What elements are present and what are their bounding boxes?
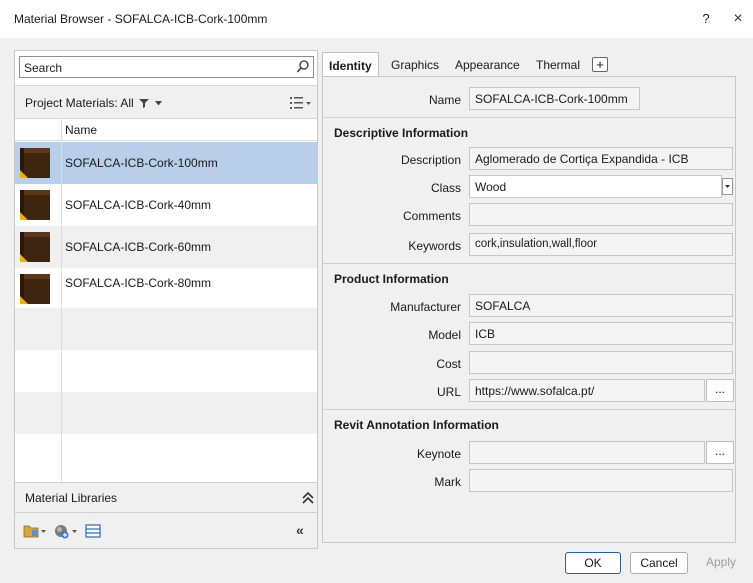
material-name: SOFALCA-ICB-Cork-100mm	[65, 156, 218, 170]
model-field[interactable]: ICB	[469, 322, 733, 345]
section-heading: Revit Annotation Information	[334, 418, 499, 432]
cancel-button[interactable]: Cancel	[630, 552, 688, 574]
apply-button[interactable]: Apply	[697, 552, 745, 574]
tab-thermal[interactable]: Thermal	[530, 52, 586, 76]
model-label: Model	[428, 328, 461, 342]
class-select[interactable]: Wood	[469, 175, 722, 198]
folder-icon	[23, 525, 46, 538]
keywords-field[interactable]: cork,insulation,wall,floor	[469, 233, 733, 256]
search-icon[interactable]	[296, 59, 310, 75]
filter-icon	[139, 99, 150, 108]
project-filter-dropdown[interactable]: Project Materials: All	[25, 96, 163, 110]
material-libraries-bar[interactable]: Material Libraries	[15, 482, 317, 512]
material-thumbnail	[18, 188, 52, 222]
window-title: Material Browser - SOFALCA-ICB-Cork-100m…	[14, 12, 268, 26]
material-libraries-label: Material Libraries	[25, 491, 118, 505]
project-filter-label: Project Materials: All	[25, 96, 134, 110]
material-table: Name SOFALCA-ICB-Cork-100mm SOFALCA-ICB-…	[15, 119, 317, 487]
chevron-down-icon	[725, 185, 730, 188]
description-label: Description	[400, 153, 461, 167]
cost-label: Cost	[436, 357, 461, 371]
keywords-label: Keywords	[408, 239, 461, 253]
section-heading: Descriptive Information	[334, 126, 469, 140]
collapse-library-button[interactable]: «	[296, 522, 304, 538]
column-header-name[interactable]: Name	[65, 123, 97, 137]
material-thumbnail	[18, 146, 52, 180]
url-browse-button[interactable]: ...	[706, 379, 734, 402]
material-thumbnail	[18, 272, 52, 306]
search-placeholder: Search	[24, 61, 63, 75]
name-label: Name	[428, 93, 461, 107]
column-divider	[61, 119, 62, 487]
add-material-icon	[55, 525, 77, 539]
url-field[interactable]: https://www.sofalca.pt/	[469, 379, 705, 402]
name-field[interactable]: SOFALCA-ICB-Cork-100mm	[469, 87, 640, 110]
list-view-icon	[290, 97, 311, 109]
project-materials-bar: Project Materials: All	[15, 85, 317, 119]
material-name: SOFALCA-ICB-Cork-80mm	[65, 276, 212, 290]
panel-icon	[85, 524, 101, 538]
mark-label: Mark	[434, 475, 461, 489]
chevron-up-double-icon[interactable]	[302, 491, 314, 505]
material-name: SOFALCA-ICB-Cork-40mm	[65, 198, 212, 212]
comments-label: Comments	[402, 209, 461, 223]
section-heading: Product Information	[334, 272, 449, 286]
description-field[interactable]: Aglomerado de Cortiça Expandida - ICB	[469, 147, 733, 170]
url-label: URL	[436, 385, 461, 399]
create-material-button[interactable]	[53, 523, 79, 539]
class-label: Class	[430, 181, 461, 195]
material-list-panel: Search Project Materials: All Name SOFAL…	[14, 50, 318, 549]
keynote-browse-button[interactable]: ...	[706, 441, 734, 464]
manufacturer-field[interactable]: SOFALCA	[469, 294, 733, 317]
view-options-button[interactable]	[289, 95, 313, 111]
editor-tabs: Identity Graphics Appearance Thermal +	[322, 52, 736, 76]
mark-field[interactable]	[469, 469, 733, 492]
comments-field[interactable]	[469, 203, 733, 226]
tab-identity[interactable]: Identity	[322, 52, 379, 76]
material-browser-dialog: Material Browser - SOFALCA-ICB-Cork-100m…	[0, 0, 753, 583]
library-toolbar: «	[15, 512, 317, 548]
search-input[interactable]: Search	[19, 56, 314, 78]
material-thumbnail	[18, 230, 52, 264]
tab-graphics[interactable]: Graphics	[385, 52, 445, 76]
cost-field[interactable]	[469, 351, 733, 374]
ok-button[interactable]: OK	[565, 552, 621, 574]
chevron-down-icon	[155, 101, 163, 106]
title-bar: Material Browser - SOFALCA-ICB-Cork-100m…	[0, 0, 753, 38]
keynote-field[interactable]	[469, 441, 705, 464]
help-button[interactable]: ?	[696, 8, 716, 30]
close-button[interactable]: ×	[728, 8, 748, 30]
add-asset-tab-button[interactable]: +	[592, 57, 608, 72]
keynote-label: Keynote	[416, 447, 461, 461]
library-options-button[interactable]	[23, 523, 47, 539]
asset-browser-button[interactable]	[85, 523, 101, 539]
manufacturer-label: Manufacturer	[390, 300, 461, 314]
class-dropdown-button[interactable]	[722, 178, 733, 195]
identity-panel: Name SOFALCA-ICB-Cork-100mm Descriptive …	[322, 76, 736, 543]
tab-appearance[interactable]: Appearance	[449, 52, 526, 76]
material-name: SOFALCA-ICB-Cork-60mm	[65, 240, 212, 254]
